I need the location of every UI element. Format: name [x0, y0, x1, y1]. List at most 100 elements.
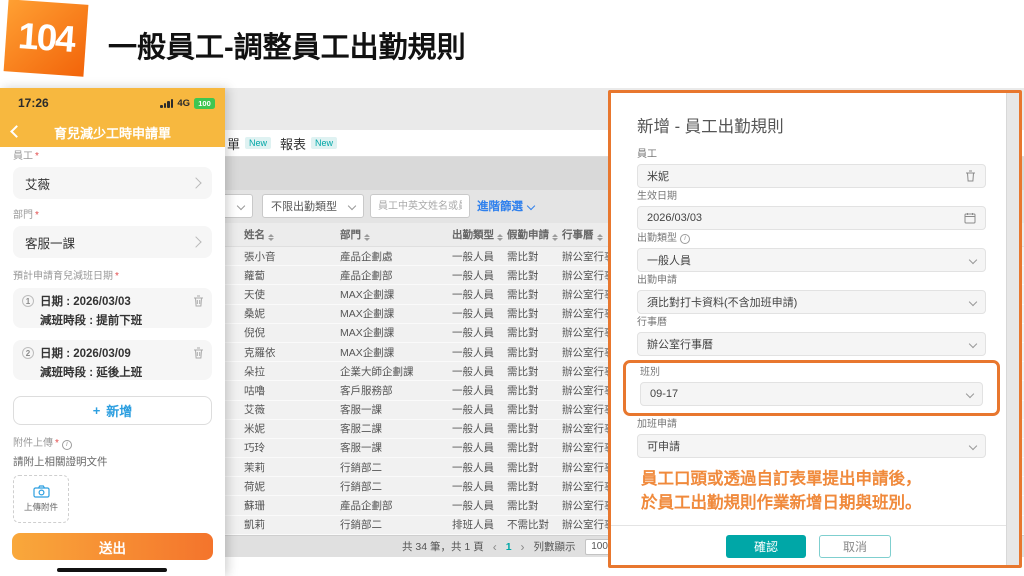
cell-name: 張小音: [225, 249, 340, 264]
chevron-down-icon: [348, 202, 356, 210]
cell-department: 企業大師企劃課: [340, 364, 452, 379]
new-badge: New: [311, 137, 337, 149]
status-bar: 17:26 4G 100: [0, 88, 225, 118]
sort-icon: [552, 234, 558, 241]
trash-icon[interactable]: [193, 294, 204, 312]
cell-attendance-type: 一般人員: [452, 440, 507, 455]
cell-leave-request: 需比對: [507, 249, 562, 264]
logo-text: 104: [17, 15, 76, 61]
cell-name: 克羅依: [225, 345, 340, 360]
cell-department: MAX企劃課: [340, 345, 452, 360]
cell-name: 凱莉: [225, 517, 340, 532]
attendance-rule-dialog: 新增 - 員工出勤規則 員工 米妮 生效日期 2026/03/03: [608, 90, 1022, 568]
employee-field-value: 米妮: [647, 168, 669, 184]
reduction-date-card-1: 1 日期 : 2026/03/03 減班時段 : 提前下班: [13, 288, 212, 328]
current-page[interactable]: 1: [506, 541, 512, 553]
status-time: 17:26: [18, 96, 49, 110]
cancel-button[interactable]: 取消: [819, 535, 891, 558]
cell-name: 天使: [225, 287, 340, 302]
column-header-name[interactable]: 姓名: [225, 227, 340, 242]
date-section-label: 預計申請育兒減班日期*: [13, 271, 212, 283]
attendance-type-filter-dropdown[interactable]: 不限出勤類型: [262, 194, 364, 218]
employee-label: 員工*: [13, 151, 212, 163]
employee-field-input[interactable]: 米妮: [637, 164, 986, 188]
cell-attendance-type: 一般人員: [452, 287, 507, 302]
cell-attendance-type: 一般人員: [452, 268, 507, 283]
department-label: 部門*: [13, 210, 212, 222]
department-picker[interactable]: 客服一課: [13, 226, 212, 258]
add-date-button[interactable]: + 新增: [13, 396, 212, 425]
cell-department: 行銷部二: [340, 460, 452, 475]
department-value: 客服一課: [25, 233, 75, 252]
tab-reports[interactable]: 報表 New: [280, 134, 337, 153]
cell-name: 咕嚕: [225, 383, 340, 398]
chevron-down-icon: [237, 202, 245, 210]
next-page-button[interactable]: ›: [521, 540, 525, 554]
pagination-summary: 共 34 筆，共 1 頁: [402, 539, 484, 554]
period-value: 減班時段 : 提前下班: [40, 312, 203, 328]
overtime-request-select[interactable]: 可申請: [637, 434, 986, 458]
trash-icon[interactable]: [965, 170, 976, 182]
cell-attendance-type: 一般人員: [452, 460, 507, 475]
attendance-request-select[interactable]: 須比對打卡資料(不含加班申請): [637, 290, 986, 314]
tab-forms[interactable]: 單 New: [227, 134, 271, 153]
cell-name: 巧玲: [225, 440, 340, 455]
cell-name: 蘇珊: [225, 498, 340, 513]
info-icon[interactable]: i: [62, 440, 72, 450]
cell-attendance-type: 一般人員: [452, 306, 507, 321]
cell-leave-request: 需比對: [507, 421, 562, 436]
page-title: 一般員工-調整員工出勤規則: [108, 24, 466, 66]
cell-name: 朵拉: [225, 364, 340, 379]
dialog-footer: 確認 取消: [611, 525, 1006, 558]
cell-leave-request: 需比對: [507, 383, 562, 398]
chevron-down-icon: [969, 340, 977, 348]
advanced-filter-link[interactable]: 進階篩選: [477, 198, 534, 214]
employee-field-label: 員工: [637, 149, 986, 161]
employee-picker[interactable]: 艾薇: [13, 167, 212, 199]
cell-name: 倪倪: [225, 325, 340, 340]
prev-page-button[interactable]: ‹: [493, 540, 497, 554]
cell-leave-request: 需比對: [507, 364, 562, 379]
back-icon[interactable]: [10, 125, 23, 138]
attendance-request-label: 出勤申請: [637, 275, 986, 287]
overtime-request-label: 加班申請: [637, 419, 986, 431]
upload-attachment-button[interactable]: 上傳附件: [13, 475, 69, 523]
shift-field-label: 班別: [640, 367, 983, 379]
advanced-filter-label: 進階篩選: [477, 198, 523, 214]
calendar-select[interactable]: 辦公室行事曆: [637, 332, 986, 356]
attachment-label: 附件上傳*i: [13, 438, 212, 450]
cell-department: MAX企劃課: [340, 325, 452, 340]
battery-icon: 100: [194, 98, 215, 109]
confirm-button[interactable]: 確認: [726, 535, 806, 558]
sort-icon: [597, 234, 603, 241]
slide-canvas: 104 一般員工-調整員工出勤規則 單 New 報表 New 不限出勤類型: [0, 0, 1024, 576]
employee-search-input[interactable]: [370, 194, 470, 218]
column-header-department[interactable]: 部門: [340, 227, 452, 242]
cell-name: 艾薇: [225, 402, 340, 417]
date-value: 日期 : 2026/03/03: [40, 293, 131, 309]
required-asterisk: *: [35, 210, 39, 221]
attendance-type-value: 一般人員: [647, 252, 691, 268]
cell-leave-request: 需比對: [507, 306, 562, 321]
column-header-attendance-type[interactable]: 出勤類型: [452, 227, 507, 242]
cell-name: 茉莉: [225, 460, 340, 475]
column-header-leave-request[interactable]: 假勤申請: [507, 227, 562, 242]
info-icon[interactable]: i: [680, 234, 690, 244]
cell-name: 蘿蔔: [225, 268, 340, 283]
cell-department: 客服一課: [340, 402, 452, 417]
cell-department: 客服二課: [340, 421, 452, 436]
cell-attendance-type: 一般人員: [452, 421, 507, 436]
trash-icon[interactable]: [193, 346, 204, 364]
item-number-badge: 1: [22, 295, 34, 307]
cell-department: 行銷部二: [340, 479, 452, 494]
effective-date-input[interactable]: 2026/03/03: [637, 206, 986, 230]
attendance-type-select[interactable]: 一般人員: [637, 248, 986, 272]
brand-logo-104: 104: [4, 0, 89, 77]
shift-select[interactable]: 09-17: [640, 382, 983, 406]
submit-button[interactable]: 送出: [12, 533, 213, 560]
mobile-form-title: 育兒減少工時申請單: [54, 123, 171, 142]
period-value: 減班時段 : 延後上班: [40, 364, 203, 380]
annotation-text: 員工口頭或透過自訂表單提出申請後， 於員工出勤規則作業新增日期與班別。: [641, 467, 986, 515]
required-asterisk: *: [35, 151, 39, 162]
calendar-icon[interactable]: [964, 212, 976, 224]
